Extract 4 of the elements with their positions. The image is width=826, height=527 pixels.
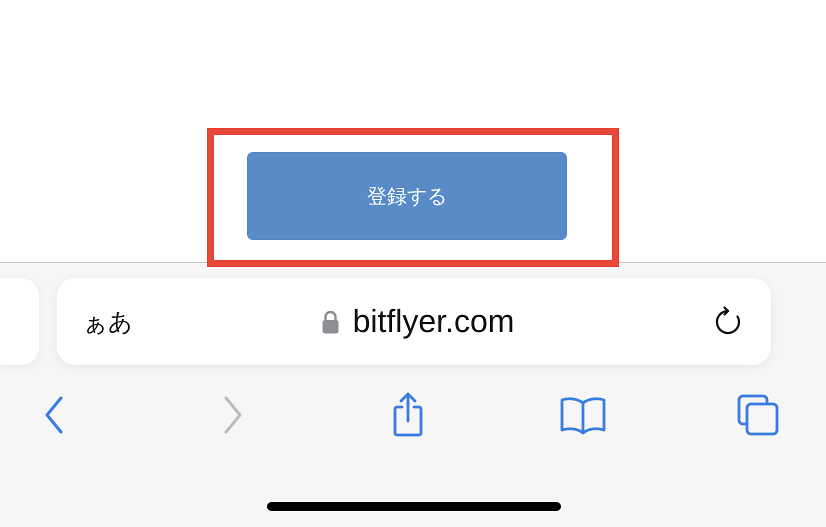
url-text: bitflyer.com bbox=[352, 303, 514, 340]
text-size-button[interactable]: ぁあ bbox=[83, 306, 133, 338]
register-button[interactable]: 登録する bbox=[247, 152, 567, 240]
address-bar[interactable]: ぁあ bitflyer.com bbox=[57, 278, 771, 365]
